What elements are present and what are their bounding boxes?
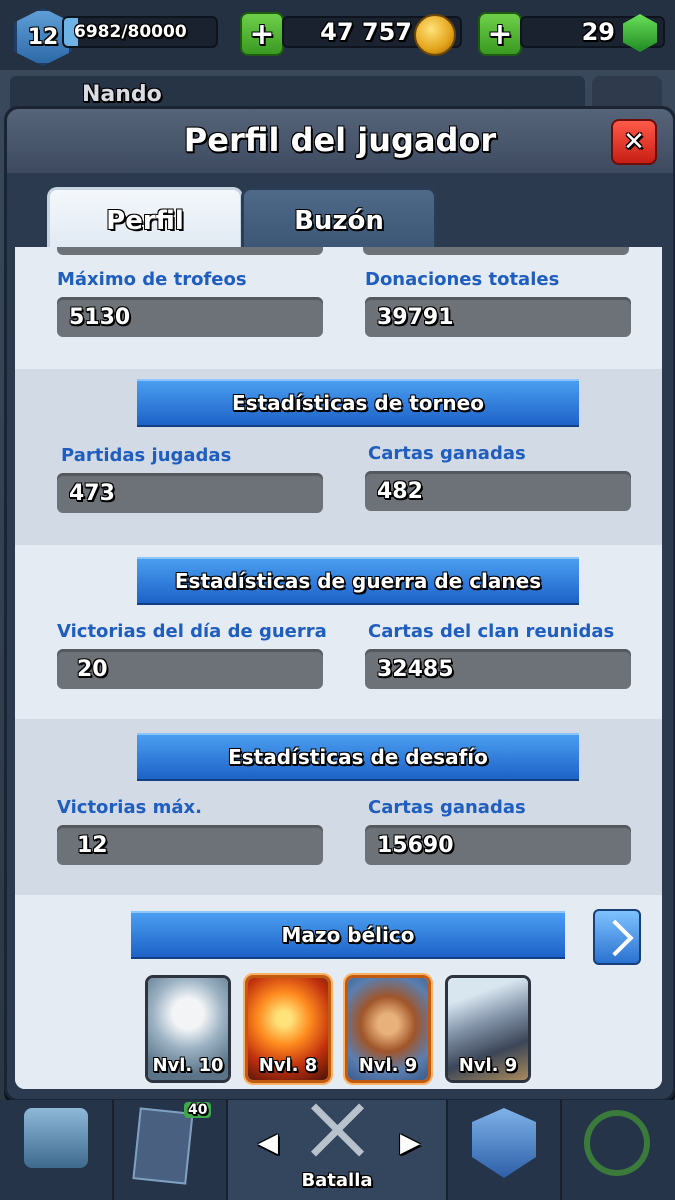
section-ribbon: Estadísticas de torneo: [137, 379, 579, 427]
nav-shop[interactable]: [0, 1100, 114, 1200]
gem-icon: [623, 14, 657, 52]
xp-bar: 6982/80000: [62, 16, 218, 48]
chest-icon: [24, 1108, 88, 1168]
player-name: Nando: [82, 82, 162, 107]
nav-right-icon[interactable]: ▶: [400, 1128, 420, 1158]
skeleton-card[interactable]: Nvl. 10: [145, 975, 231, 1083]
nav-battle[interactable]: ◀ ▶ Batalla: [228, 1100, 448, 1200]
copy-deck-button[interactable]: [593, 909, 641, 965]
gold-amount: 47 757: [320, 18, 412, 46]
card-level: Nvl. 9: [358, 1055, 418, 1076]
stat-label: Donaciones totales: [365, 269, 560, 290]
stat-value: 32485: [365, 649, 631, 689]
tab-inbox[interactable]: Buzón: [241, 187, 437, 252]
close-button[interactable]: ✕: [611, 119, 657, 165]
cards-icon: [132, 1107, 194, 1185]
stat-label: Partidas jugadas: [61, 445, 232, 466]
fireball-card[interactable]: Nvl. 8: [245, 975, 331, 1083]
player-profile-modal: Perfil del jugador ✕ Perfil Buzón Máximo…: [4, 106, 675, 1102]
clan-war-section: Estadísticas de guerra de clanes Victori…: [15, 545, 662, 719]
general-stats-section: Máximo de trofeos 5130 Donaciones totale…: [15, 247, 662, 369]
crossed-swords-icon: [306, 1100, 368, 1160]
close-icon: ✕: [623, 127, 645, 157]
modal-header: Perfil del jugador ✕: [7, 109, 673, 173]
tab-inbox-label: Buzón: [294, 206, 384, 236]
nav-cards[interactable]: 40: [114, 1100, 228, 1200]
stat-value: 473: [57, 473, 323, 513]
stat-label: Máximo de trofeos: [57, 269, 247, 290]
card-level: Nvl. 9: [458, 1055, 518, 1076]
nav-battle-label: Batalla: [301, 1170, 373, 1191]
section-ribbon: Estadísticas de desafío: [137, 733, 579, 781]
previous-stat-box: [57, 247, 323, 255]
stat-label: Cartas ganadas: [368, 797, 526, 818]
xp-text: 6982/80000: [74, 22, 187, 42]
clan-shield-icon: [472, 1108, 536, 1178]
section-ribbon: Estadísticas de guerra de clanes: [137, 557, 579, 605]
challenge-section: Estadísticas de desafío Victorias máx. 1…: [15, 719, 662, 895]
stat-value: 39791: [365, 297, 631, 337]
tab-profile[interactable]: Perfil: [47, 187, 243, 252]
card-level: Nvl. 10: [152, 1055, 224, 1076]
top-bar: 12 6982/80000 + 47 757 + 29: [0, 0, 675, 70]
stat-value: 12: [57, 825, 323, 865]
bottom-nav: 40 ◀ ▶ Batalla: [0, 1100, 675, 1200]
tournament-section: Estadísticas de torneo Partidas jugadas …: [15, 369, 662, 545]
war-deck-section: Mazo bélico: [15, 895, 662, 1089]
nav-left-icon[interactable]: ◀: [258, 1128, 278, 1158]
profile-content[interactable]: Máximo de trofeos 5130 Donaciones totale…: [15, 247, 662, 1089]
stat-value: 15690: [365, 825, 631, 865]
gem-counter: 29: [520, 14, 665, 52]
nav-tournaments[interactable]: [562, 1100, 675, 1200]
gold-coin-icon: [414, 14, 456, 56]
tab-profile-label: Perfil: [106, 206, 184, 236]
stat-label: Victorias máx.: [57, 797, 202, 818]
cannon-card[interactable]: Nvl. 9: [445, 975, 531, 1083]
laurel-sword-icon: [584, 1110, 650, 1176]
add-gems-button[interactable]: +: [478, 12, 522, 56]
card-level: Nvl. 8: [258, 1055, 318, 1076]
gem-amount: 29: [581, 18, 615, 46]
add-gold-button[interactable]: +: [240, 12, 284, 56]
stat-label: Cartas del clan reunidas: [368, 621, 615, 642]
hog-rider-card[interactable]: Nvl. 9: [345, 975, 431, 1083]
stat-label: Victorias del día de guerra: [57, 621, 327, 642]
stat-value: 20: [57, 649, 323, 689]
stat-label: Cartas ganadas: [368, 443, 526, 464]
cards-badge: 40: [184, 1102, 212, 1118]
section-ribbon: Mazo bélico: [131, 911, 565, 959]
nav-clan[interactable]: [448, 1100, 562, 1200]
stat-value: 482: [365, 471, 631, 511]
gold-counter: 47 757: [282, 14, 462, 56]
copy-arrow-icon: [596, 919, 634, 957]
stat-value: 5130: [57, 297, 323, 337]
modal-title: Perfil del jugador: [183, 121, 497, 159]
previous-stat-box: [363, 247, 629, 255]
